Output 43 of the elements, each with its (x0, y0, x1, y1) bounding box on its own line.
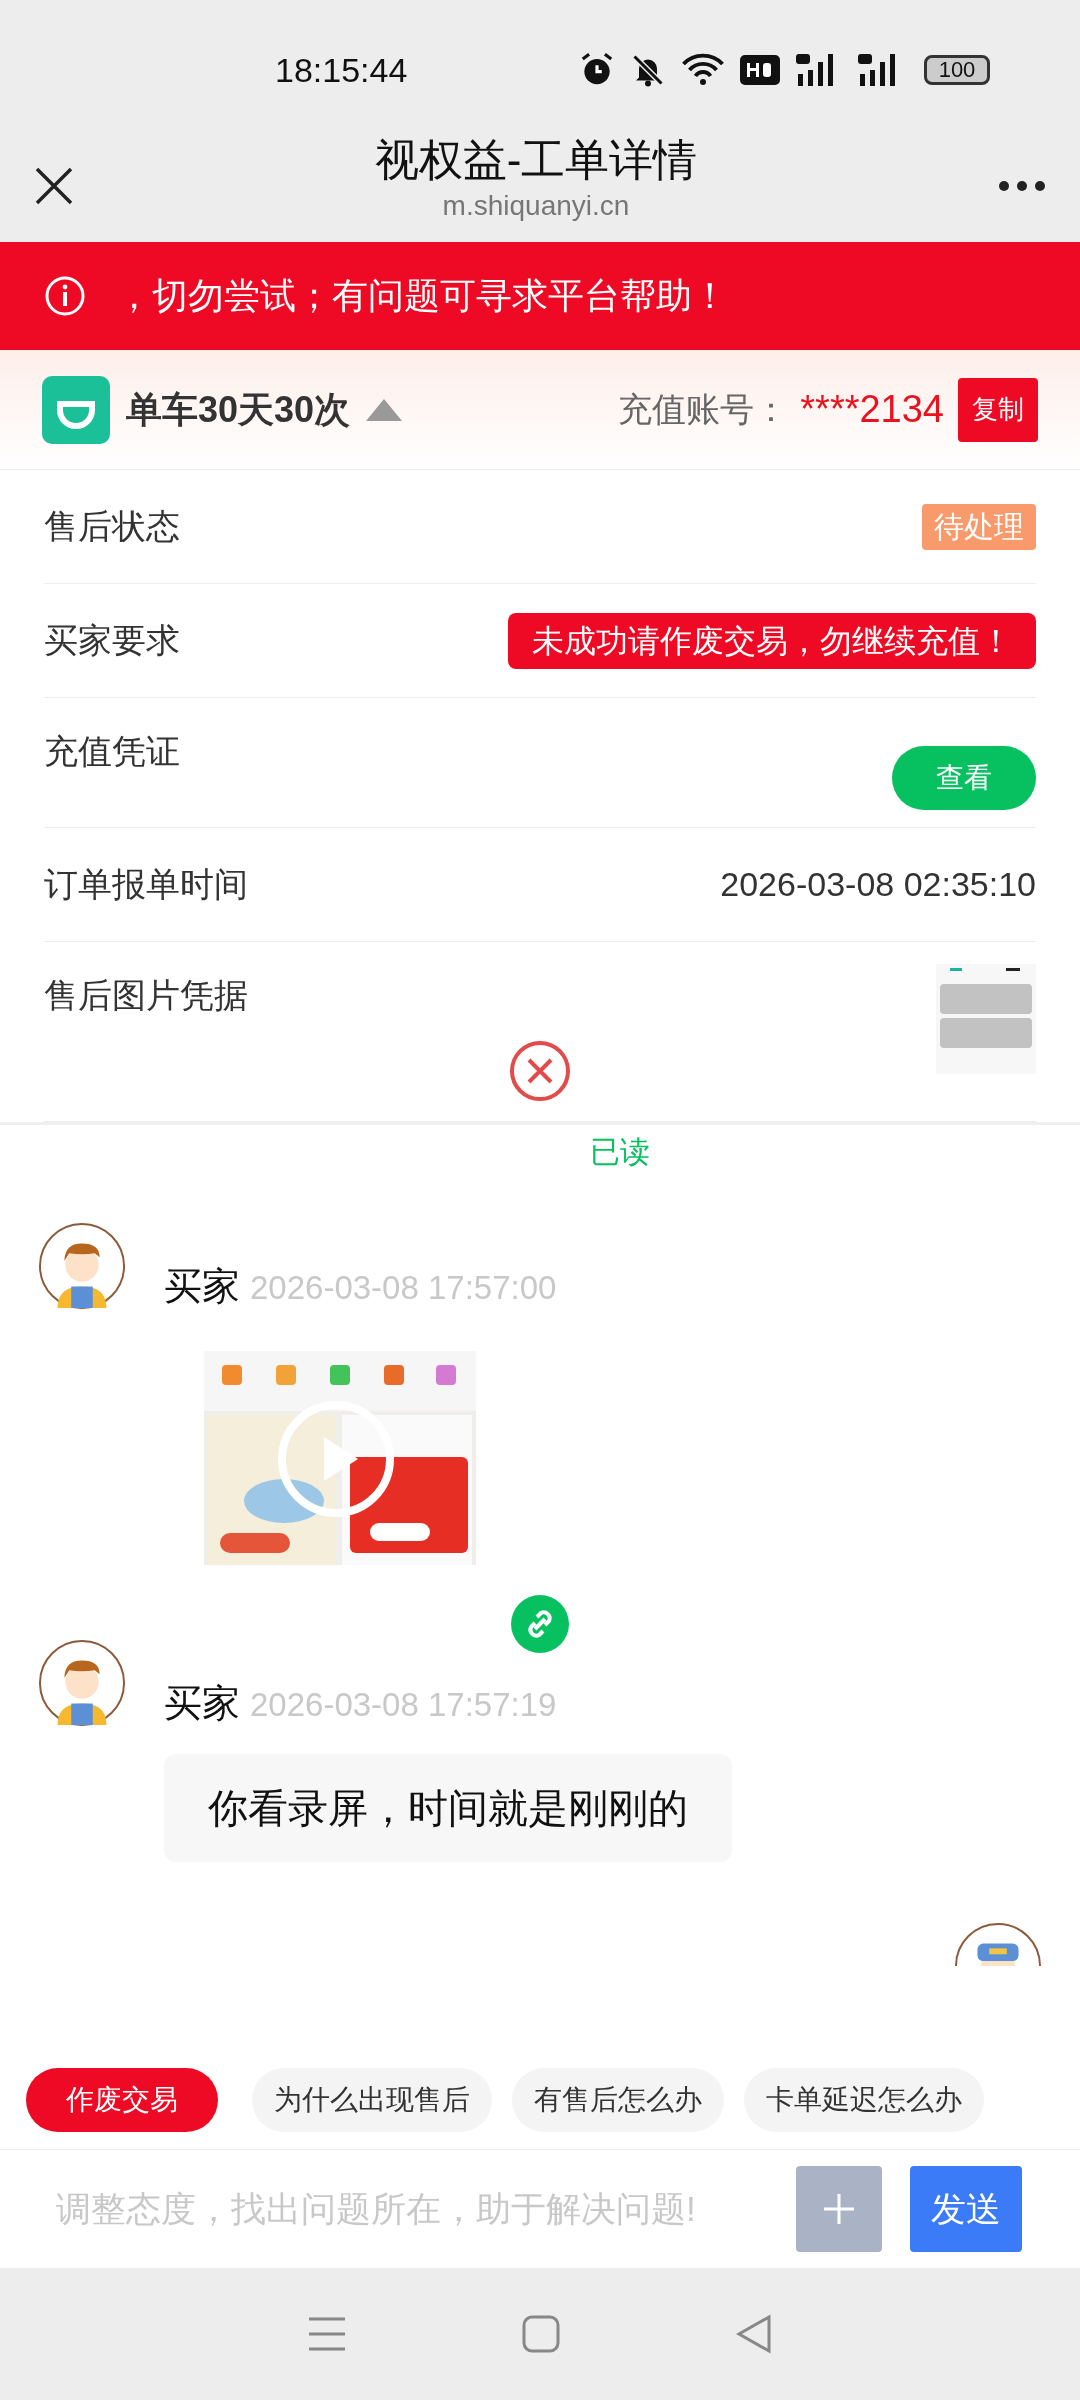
menu-icon[interactable] (308, 2317, 346, 2351)
page-title: 视权益-工单详情 (374, 134, 698, 186)
message-bubble: 你看录屏，时间就是刚刚的 (164, 1754, 732, 1862)
wifi-icon (680, 52, 726, 88)
avatar-icon (38, 1639, 126, 1727)
quick-reply-chip[interactable]: 作废交易 (26, 2067, 218, 2132)
plus-icon (822, 2192, 856, 2226)
home-icon[interactable] (522, 2315, 560, 2353)
product-name: 单车30天30次 (126, 387, 351, 432)
sender-name: 买家 (164, 1264, 240, 1309)
request-tag: 未成功请作废交易，勿继续充值！ (508, 612, 1036, 669)
detail-label: 订单报单时间 (44, 864, 248, 905)
muted-bell-icon (630, 52, 666, 88)
status-badge: 待处理 (922, 503, 1036, 550)
play-icon[interactable] (278, 1401, 394, 1517)
remove-icon[interactable] (509, 1040, 571, 1102)
detail-value: 2026-03-08 02:35:10 (720, 864, 1036, 905)
detail-label: 售后状态 (44, 506, 180, 547)
view-button[interactable]: 查看 (892, 746, 1036, 810)
hd-icon (740, 55, 780, 85)
sender-name: 买家 (164, 1681, 240, 1726)
close-icon[interactable] (34, 166, 74, 206)
battery-icon: 100 (924, 55, 990, 85)
detail-label: 买家要求 (44, 620, 180, 661)
send-button[interactable]: 发送 (910, 2166, 1022, 2252)
quick-reply-chip[interactable]: 有售后怎么办 (512, 2067, 724, 2132)
clock-time: 18:15:44 (275, 49, 408, 91)
detail-label: 售后图片凭据 (44, 975, 248, 1016)
notice-text: ，切勿尝试；有问题可寻求平台帮助！ (116, 274, 728, 318)
quick-reply-chip[interactable]: 为什么出现售后 (252, 2067, 492, 2132)
account-label: 充值账号： (618, 389, 789, 430)
app-logo-icon (42, 375, 110, 444)
copy-button[interactable]: 复制 (958, 377, 1038, 442)
page-url: m.shiquanyi.cn (442, 189, 630, 223)
back-icon[interactable] (736, 2314, 772, 2354)
avatar-icon (38, 1222, 126, 1310)
read-status: 已读 (590, 1134, 650, 1170)
detail-label: 充值凭证 (44, 731, 180, 772)
quick-reply-chip[interactable]: 卡单延迟怎么办 (744, 2067, 984, 2132)
link-icon[interactable] (511, 1595, 569, 1653)
info-icon (44, 275, 86, 317)
account-number: ****2134 (800, 387, 944, 432)
more-icon[interactable] (998, 180, 1046, 192)
